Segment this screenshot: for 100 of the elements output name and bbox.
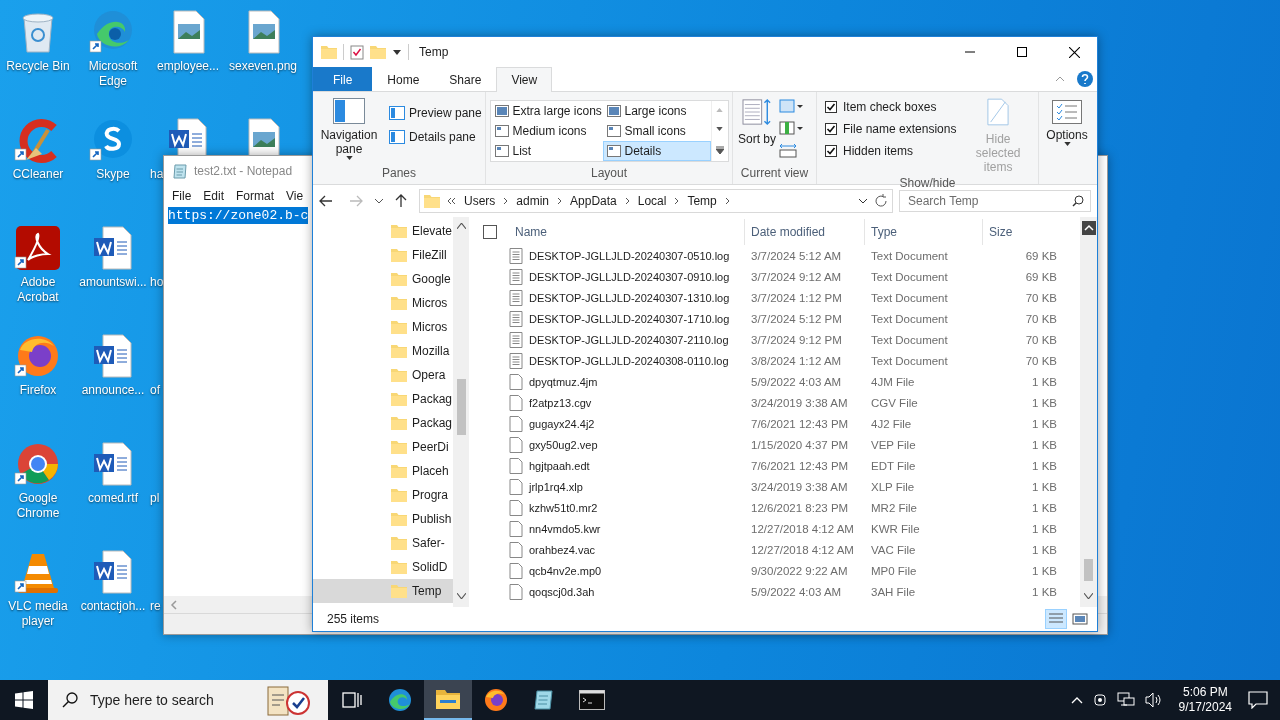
file-name[interactable]: qcb4nv2e.mp0 bbox=[529, 564, 602, 577]
pane-button[interactable]: Details pane bbox=[387, 128, 484, 146]
file-name[interactable]: DESKTOP-JGLLJLD-20240307-0910.log bbox=[529, 270, 730, 283]
nav-folder-item[interactable]: Progra bbox=[313, 483, 453, 507]
option-checkbox[interactable]: Item check boxes bbox=[825, 96, 957, 118]
column-header[interactable]: Name bbox=[509, 219, 745, 245]
option-checkbox[interactable]: File name extensions bbox=[825, 118, 957, 140]
scroll-down-icon[interactable] bbox=[456, 593, 466, 599]
taskbar-search-field[interactable]: Type here to search bbox=[88, 691, 252, 709]
group-by-icon[interactable] bbox=[779, 98, 803, 114]
column-header[interactable]: Date modified bbox=[745, 219, 865, 245]
volume-icon[interactable] bbox=[1144, 692, 1163, 708]
properties-icon[interactable] bbox=[350, 44, 364, 60]
chevron-icon[interactable] bbox=[624, 197, 630, 205]
add-columns-icon[interactable] bbox=[779, 120, 803, 136]
network-icon[interactable] bbox=[1116, 692, 1135, 708]
ribbon-tab[interactable]: Share bbox=[434, 67, 497, 91]
select-all-checkbox[interactable] bbox=[483, 225, 497, 239]
notification-icon[interactable] bbox=[1248, 691, 1268, 709]
nav-folder-item[interactable]: Micros bbox=[313, 291, 453, 315]
nav-folder-item[interactable]: Safer- bbox=[313, 531, 453, 555]
expand-gallery-icon[interactable] bbox=[715, 145, 724, 154]
ribbon-tab[interactable]: Home bbox=[372, 67, 435, 91]
address-bar[interactable]: Users admin AppData Local Temp bbox=[419, 189, 893, 213]
file-name[interactable]: DESKTOP-JGLLJLD-20240307-1710.log bbox=[529, 312, 730, 325]
menu-item[interactable]: File bbox=[172, 189, 192, 203]
taskbar-search-box[interactable]: Type here to search bbox=[48, 680, 328, 720]
layout-option[interactable]: Small icons bbox=[602, 121, 711, 141]
chevron-icon[interactable] bbox=[557, 197, 563, 205]
search-box[interactable]: Search Temp bbox=[899, 190, 1091, 212]
file-name[interactable]: orahbez4.vac bbox=[529, 543, 596, 556]
device-icon[interactable] bbox=[1092, 692, 1107, 708]
scroll-up-icon[interactable] bbox=[1081, 221, 1096, 235]
pane-button[interactable]: Preview pane bbox=[387, 104, 484, 122]
nav-folder-item[interactable]: Elevate bbox=[313, 219, 453, 243]
up-icon[interactable] bbox=[395, 194, 407, 208]
file-name[interactable]: DESKTOP-JGLLJLD-20240308-0110.log bbox=[529, 354, 729, 367]
option-checkbox[interactable]: Hidden items bbox=[825, 140, 957, 162]
layout-option[interactable]: Details bbox=[602, 141, 711, 161]
chevron-up-icon[interactable] bbox=[1070, 696, 1083, 704]
file-name[interactable]: hgjtpaah.edt bbox=[529, 459, 590, 472]
recent-locations-icon[interactable] bbox=[375, 198, 383, 204]
scroll-up-icon[interactable] bbox=[456, 223, 466, 229]
dropdown-icon[interactable] bbox=[858, 198, 868, 204]
taskbar-app-button[interactable] bbox=[424, 680, 472, 720]
collapse-ribbon-icon[interactable] bbox=[1055, 76, 1065, 82]
nav-folder-item[interactable]: SolidD bbox=[313, 555, 453, 579]
breadcrumb[interactable]: AppData bbox=[568, 194, 619, 208]
scroll-down-icon[interactable] bbox=[1084, 593, 1093, 599]
ribbon-tab[interactable]: File bbox=[313, 67, 373, 91]
scroll-down-icon[interactable] bbox=[716, 127, 723, 131]
refresh-icon[interactable] bbox=[874, 194, 888, 208]
layout-option[interactable]: Medium icons bbox=[490, 121, 603, 141]
scroll-thumb[interactable] bbox=[456, 379, 466, 435]
menu-item[interactable]: Vie bbox=[286, 189, 304, 203]
file-name[interactable]: DESKTOP-JGLLJLD-20240307-1310.log bbox=[529, 291, 730, 304]
back-icon[interactable] bbox=[319, 195, 333, 207]
nav-folder-item[interactable]: Google bbox=[313, 267, 453, 291]
breadcrumb[interactable]: Temp bbox=[685, 194, 719, 208]
menu-item[interactable]: Format bbox=[236, 189, 275, 203]
layout-option[interactable]: List bbox=[490, 141, 603, 161]
nav-folder-item[interactable]: Placeh bbox=[313, 459, 453, 483]
file-name[interactable]: gxy50ug2.vep bbox=[529, 438, 598, 451]
nav-folder-item[interactable]: Packag bbox=[313, 411, 453, 435]
help-icon[interactable] bbox=[1077, 71, 1093, 87]
file-name[interactable]: nn4vmdo5.kwr bbox=[529, 522, 601, 535]
clock[interactable]: 5:06 PM 9/17/2024 bbox=[1172, 685, 1238, 715]
file-name[interactable]: DESKTOP-JGLLJLD-20240307-0510.log bbox=[529, 249, 730, 262]
nav-folder-item[interactable]: Packag bbox=[313, 387, 453, 411]
layout-option[interactable]: Large icons bbox=[602, 101, 711, 121]
ribbon-tab[interactable]: View bbox=[496, 67, 553, 92]
file-name[interactable]: qoqscj0d.3ah bbox=[529, 585, 595, 598]
nav-folder-item[interactable]: FileZill bbox=[313, 243, 453, 267]
file-name[interactable]: DESKTOP-JGLLJLD-20240307-2110.log bbox=[529, 333, 729, 346]
nav-folder-item[interactable]: Publish bbox=[313, 507, 453, 531]
overflow-icon[interactable] bbox=[446, 197, 456, 205]
breadcrumb[interactable]: admin bbox=[514, 194, 552, 208]
scroll-thumb[interactable] bbox=[1084, 559, 1093, 581]
layout-option[interactable]: Extra large icons bbox=[490, 101, 603, 121]
nav-folder-item[interactable]: Temp bbox=[313, 579, 453, 603]
column-header[interactable]: Size bbox=[983, 219, 1063, 245]
nav-folder-item[interactable]: PeerDi bbox=[313, 435, 453, 459]
nav-folder-item[interactable]: Mozilla bbox=[313, 339, 453, 363]
nav-folder-item[interactable]: Micros bbox=[313, 315, 453, 339]
chevron-icon[interactable] bbox=[674, 197, 680, 205]
navigation-pane-button[interactable]: Navigation pane bbox=[317, 96, 381, 166]
menu-item[interactable]: Edit bbox=[203, 189, 225, 203]
size-columns-icon[interactable] bbox=[779, 142, 797, 158]
file-name[interactable]: kzhw51t0.mr2 bbox=[529, 501, 598, 514]
breadcrumb[interactable]: Local bbox=[635, 194, 669, 208]
sort-by-button[interactable]: Sort by bbox=[737, 96, 777, 166]
nav-folder-item[interactable]: Opera bbox=[313, 363, 453, 387]
dropdown-icon[interactable] bbox=[392, 47, 402, 57]
options-button[interactable]: Options bbox=[1039, 92, 1095, 148]
file-name[interactable]: dpyqtmuz.4jm bbox=[529, 375, 598, 388]
file-name[interactable]: gugayx24.4j2 bbox=[529, 417, 595, 430]
chevron-icon[interactable] bbox=[724, 197, 730, 205]
file-name[interactable]: jrlp1rq4.xlp bbox=[529, 480, 583, 493]
file-name[interactable]: f2atpz13.cgv bbox=[529, 396, 592, 409]
breadcrumb[interactable]: Users bbox=[462, 194, 498, 208]
